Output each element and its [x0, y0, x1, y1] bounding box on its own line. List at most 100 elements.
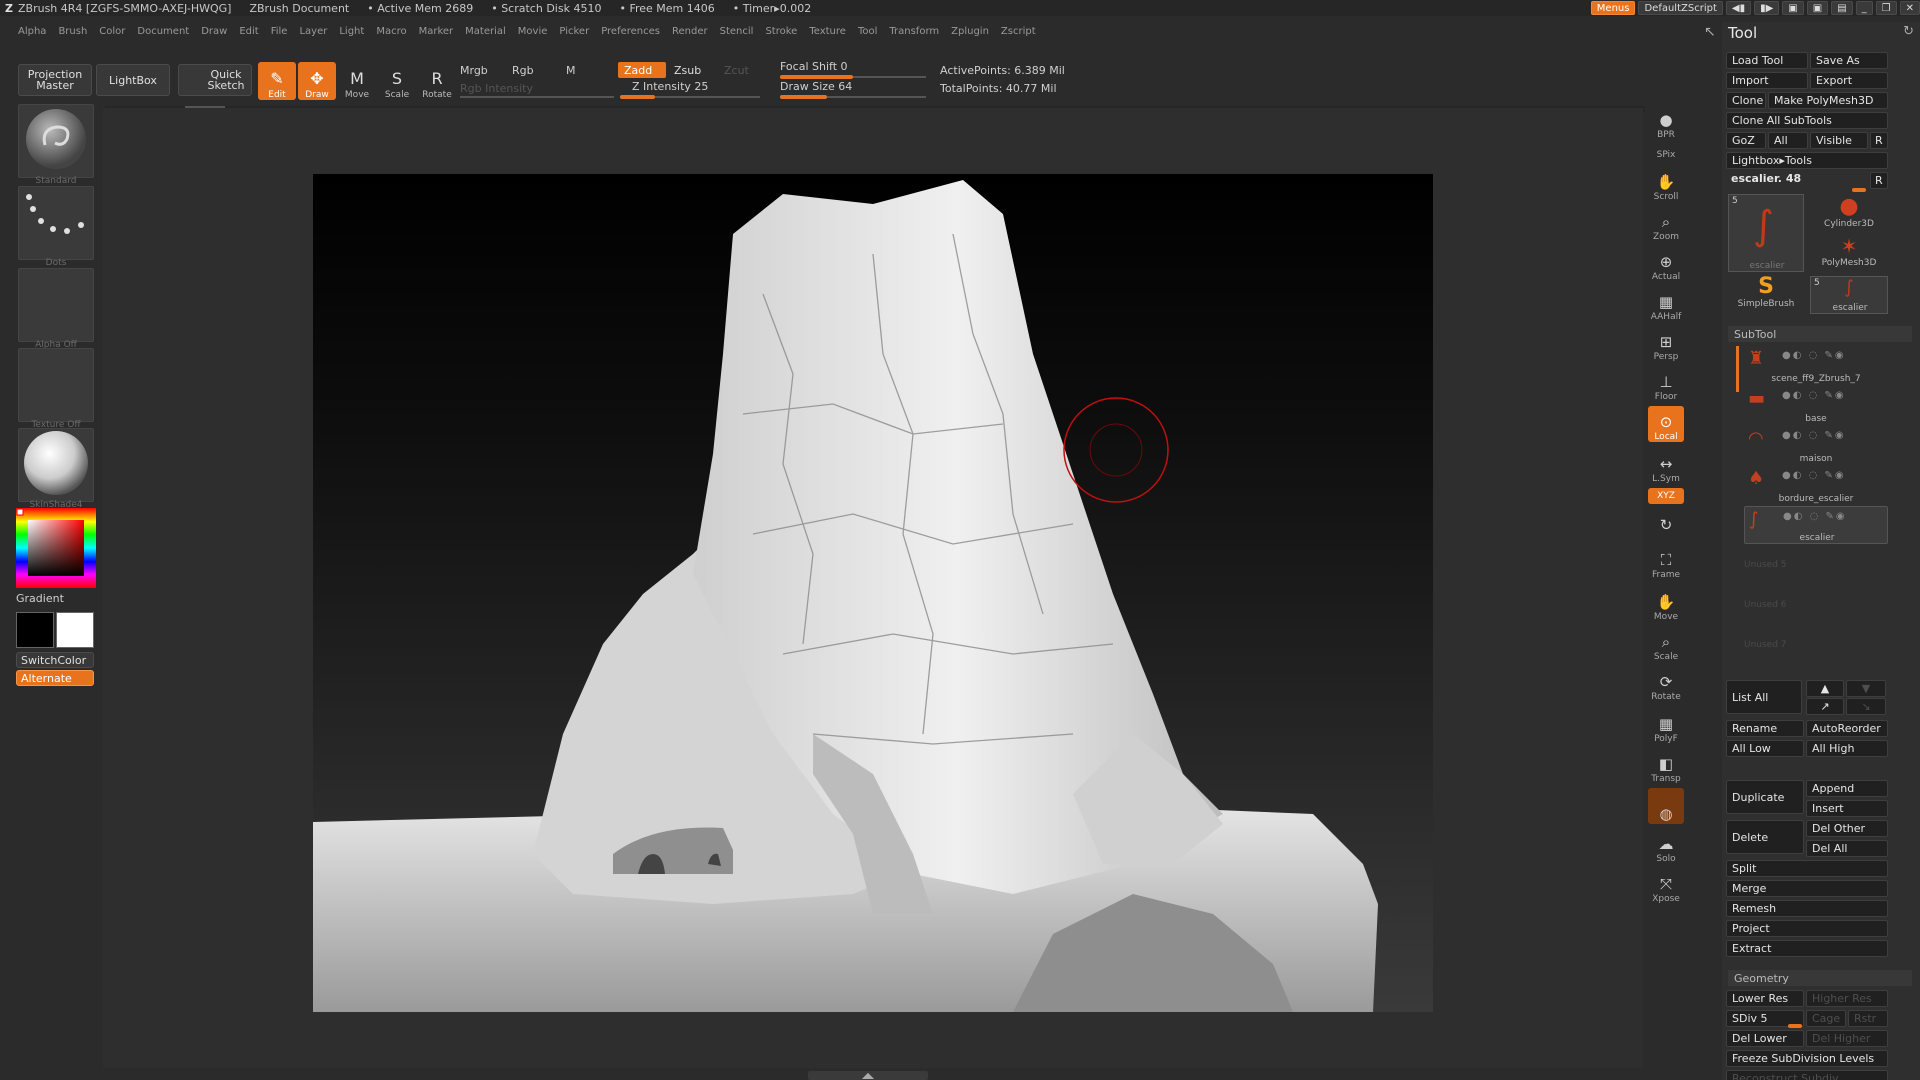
goz-all-button[interactable]: All: [1768, 132, 1808, 149]
floor-button[interactable]: ⊥ Floor: [1648, 366, 1684, 402]
menu-tool[interactable]: Tool: [858, 26, 877, 37]
split-button[interactable]: Split: [1726, 860, 1888, 877]
extract-button[interactable]: Extract: [1726, 940, 1888, 957]
rotation-axis-icons[interactable]: ↻: [1648, 508, 1684, 542]
insert-button[interactable]: Insert: [1806, 800, 1888, 817]
select-up-arrow-icon[interactable]: ↗: [1806, 698, 1844, 715]
alpha-thumbnail[interactable]: [18, 268, 94, 342]
remesh-button[interactable]: Remesh: [1726, 900, 1888, 917]
subtool-visibility-controls[interactable]: ●◐ ◌ ✎◉: [1782, 470, 1846, 481]
solo-button[interactable]: ☁ Solo: [1648, 828, 1684, 864]
goz-visible-button[interactable]: Visible: [1810, 132, 1868, 149]
subtool-item[interactable]: ◠ ●◐ ◌ ✎◉ maison: [1744, 426, 1888, 464]
clone-all-subtools-button[interactable]: Clone All SubTools: [1726, 112, 1888, 129]
menu-document[interactable]: Document: [137, 26, 189, 37]
current-tool-r-button[interactable]: R: [1870, 172, 1888, 189]
primary-color-swatch[interactable]: [16, 612, 54, 648]
z-intensity-slider[interactable]: Z Intensity 25: [632, 80, 708, 93]
xyz-button[interactable]: XYZ: [1648, 488, 1684, 504]
xpose-button[interactable]: ⤧ Xpose: [1648, 868, 1684, 904]
scale-view-button[interactable]: ⌕ Scale: [1648, 626, 1684, 662]
all-high-button[interactable]: All High: [1806, 740, 1888, 757]
bpr-button[interactable]: ● BPR: [1648, 104, 1684, 140]
rgb-button[interactable]: Rgb: [512, 64, 534, 77]
rotate-mode-button[interactable]: R Rotate: [418, 62, 456, 100]
subtool-scroll-indicator[interactable]: [1736, 346, 1739, 392]
rgb-intensity-slider[interactable]: Rgb Intensity: [460, 82, 533, 95]
subtool-visibility-controls[interactable]: ●◐ ◌ ✎◉: [1782, 350, 1846, 361]
tool-thumb-escalier[interactable]: 5 ∫ escalier: [1810, 276, 1888, 314]
persp-button[interactable]: ⊞ Persp: [1648, 326, 1684, 362]
lsym-button[interactable]: ↔ L.Sym: [1648, 448, 1684, 484]
menus-button[interactable]: Menus: [1590, 1, 1636, 15]
subtool-item[interactable]: ♠ ●◐ ◌ ✎◉ bordure_escalier: [1744, 466, 1888, 504]
stroke-thumbnail[interactable]: [18, 186, 94, 260]
zsub-button[interactable]: Zsub: [668, 62, 716, 78]
subtool-item-selected[interactable]: ∫ ●◐ ◌ ✎◉ escalier: [1744, 506, 1888, 544]
rename-button[interactable]: Rename: [1726, 720, 1804, 737]
aahalf-button[interactable]: ▦ AAHalf: [1648, 286, 1684, 322]
frame-button[interactable]: ⛶ Frame: [1648, 544, 1684, 580]
projection-master-button[interactable]: Projection Master: [18, 64, 92, 96]
layout-2-icon[interactable]: ▣: [1806, 1, 1829, 15]
menu-stroke[interactable]: Stroke: [765, 26, 797, 37]
move-view-button[interactable]: ✋ Move: [1648, 586, 1684, 622]
menu-stencil[interactable]: Stencil: [720, 26, 754, 37]
del-lower-button[interactable]: Del Lower: [1726, 1030, 1804, 1047]
move-mode-button[interactable]: M Move: [338, 62, 376, 100]
current-tool-slider[interactable]: escalier. 48: [1726, 172, 1868, 188]
polyf-button[interactable]: ▦ PolyF: [1648, 708, 1684, 744]
rotate-view-button[interactable]: ⟳ Rotate: [1648, 666, 1684, 702]
lower-res-button[interactable]: Lower Res: [1726, 990, 1804, 1007]
duplicate-button[interactable]: Duplicate: [1726, 780, 1804, 814]
del-all-button[interactable]: Del All: [1806, 840, 1888, 857]
ghost-button[interactable]: ◍: [1648, 788, 1684, 824]
menu-file[interactable]: File: [271, 26, 288, 37]
alternate-button[interactable]: Alternate: [16, 670, 94, 686]
panel-refresh-icon[interactable]: ↻: [1903, 24, 1914, 39]
bottom-tray-handle[interactable]: ◢◣: [808, 1071, 928, 1080]
del-higher-button[interactable]: Del Higher: [1806, 1030, 1888, 1047]
del-other-button[interactable]: Del Other: [1806, 820, 1888, 837]
tool-thumb-polymesh[interactable]: ✶ PolyMesh3D: [1810, 234, 1888, 274]
menu-brush[interactable]: Brush: [58, 26, 87, 37]
delete-button[interactable]: Delete: [1726, 820, 1804, 854]
menu-layer[interactable]: Layer: [299, 26, 327, 37]
lightbox-button[interactable]: LightBox: [96, 64, 170, 96]
transp-button[interactable]: ◧ Transp: [1648, 748, 1684, 784]
reconstruct-subdiv-button[interactable]: Reconstruct Subdiv: [1726, 1070, 1888, 1080]
all-low-button[interactable]: All Low: [1726, 740, 1804, 757]
draw-size-slider[interactable]: Draw Size 64: [780, 80, 852, 93]
clone-button[interactable]: Clone: [1726, 92, 1766, 109]
lightbox-tools-button[interactable]: Lightbox▸Tools: [1726, 152, 1888, 169]
menu-texture[interactable]: Texture: [809, 26, 846, 37]
goz-button[interactable]: GoZ: [1726, 132, 1766, 149]
color-picker[interactable]: [16, 508, 96, 588]
tool-thumb-simplebrush[interactable]: S SimpleBrush: [1728, 274, 1804, 314]
close-icon[interactable]: ✕: [1899, 1, 1920, 15]
freeze-subdivision-button[interactable]: Freeze SubDivision Levels: [1726, 1050, 1888, 1067]
scroll-button[interactable]: ✋ Scroll: [1648, 166, 1684, 202]
menu-draw[interactable]: Draw: [201, 26, 227, 37]
scale-mode-button[interactable]: S Scale: [378, 62, 416, 100]
texture-thumbnail[interactable]: [18, 348, 94, 422]
zadd-button[interactable]: Zadd: [618, 62, 666, 78]
m-button[interactable]: M: [566, 64, 576, 77]
menu-light[interactable]: Light: [339, 26, 364, 37]
subtool-visibility-controls[interactable]: ●◐ ◌ ✎◉: [1782, 430, 1846, 441]
move-up-arrow-icon[interactable]: ▲: [1806, 680, 1844, 697]
menu-color[interactable]: Color: [99, 26, 125, 37]
menu-picker[interactable]: Picker: [559, 26, 589, 37]
move-down-arrow-icon[interactable]: ▼: [1846, 680, 1886, 697]
project-button[interactable]: Project: [1726, 920, 1888, 937]
draw-mode-button[interactable]: ✥ Draw: [298, 62, 336, 100]
import-button[interactable]: Import: [1726, 72, 1808, 89]
subtool-visibility-controls[interactable]: ●◐ ◌ ✎◉: [1782, 390, 1846, 401]
menu-render[interactable]: Render: [672, 26, 708, 37]
tool-thumb-escalier-current[interactable]: 5 ∫ escalier: [1728, 194, 1804, 272]
higher-res-button[interactable]: Higher Res: [1806, 990, 1888, 1007]
minimize-icon[interactable]: _: [1855, 1, 1873, 15]
lock-icon[interactable]: ▤: [1831, 1, 1853, 15]
menu-preferences[interactable]: Preferences: [601, 26, 660, 37]
material-thumbnail[interactable]: [18, 428, 94, 502]
